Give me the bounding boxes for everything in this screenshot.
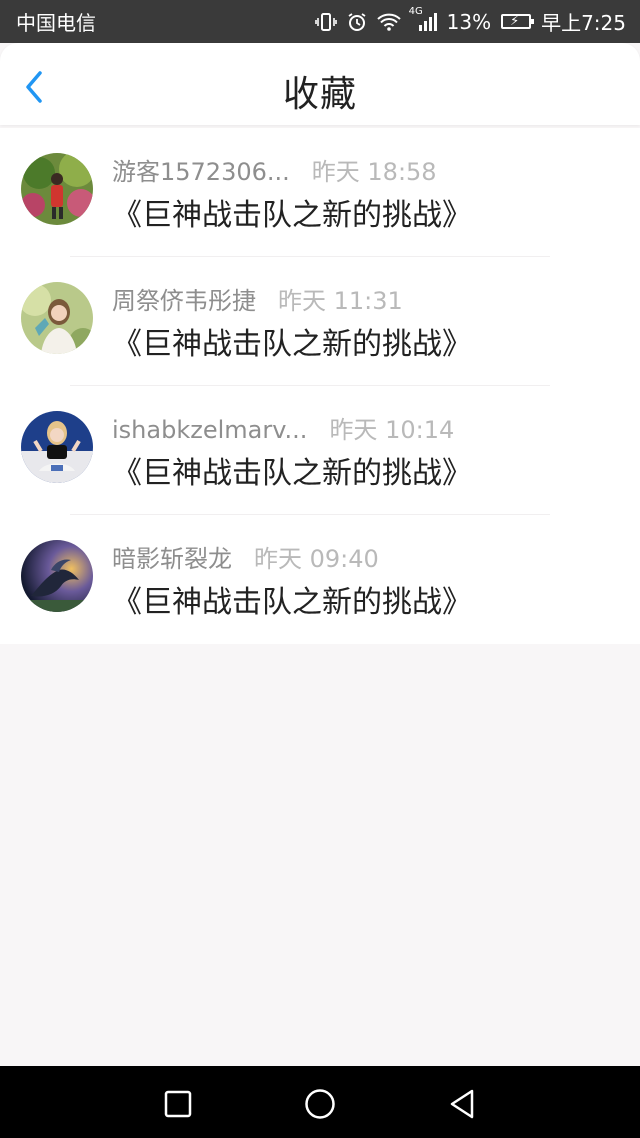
list-item[interactable]: 游客1572306... 昨天 18:58 《巨神战击队之新的挑战》 bbox=[0, 128, 640, 257]
avatar bbox=[21, 411, 93, 483]
vibrate-icon bbox=[314, 12, 337, 32]
user-name: ishabkzelmarv... bbox=[112, 416, 308, 444]
user-name: 周祭侪韦彤捷 bbox=[112, 287, 256, 315]
circle-icon bbox=[305, 1089, 335, 1119]
alarm-icon bbox=[347, 12, 367, 32]
recents-button[interactable] bbox=[160, 1086, 196, 1122]
user-name: 暗影斩裂龙 bbox=[112, 545, 232, 573]
book-title: 《巨神战击队之新的挑战》 bbox=[112, 198, 472, 233]
battery-icon: ⚡ bbox=[501, 14, 535, 29]
timestamp: 昨天 09:40 bbox=[254, 545, 379, 573]
book-title: 《巨神战击队之新的挑战》 bbox=[112, 327, 472, 362]
avatar bbox=[21, 282, 93, 354]
square-icon bbox=[164, 1090, 192, 1118]
user-name: 游客1572306... bbox=[112, 158, 290, 186]
status-bar: 中国电信 4G 13% ⚡ 早上7:25 bbox=[0, 0, 640, 43]
clock: 早上7:25 bbox=[541, 11, 626, 35]
app-header: 收藏 bbox=[0, 43, 640, 125]
list-item[interactable]: 暗影斩裂龙 昨天 09:40 《巨神战击队之新的挑战》 bbox=[0, 515, 640, 644]
triangle-back-icon bbox=[450, 1089, 474, 1119]
network-type-label: 4G bbox=[408, 5, 423, 17]
carrier-label: 中国电信 bbox=[16, 11, 96, 35]
status-icons: 4G 13% ⚡ 早上7:25 bbox=[314, 6, 626, 36]
book-title: 《巨神战击队之新的挑战》 bbox=[112, 585, 472, 620]
back-nav-button[interactable] bbox=[444, 1086, 480, 1122]
navigation-bar bbox=[0, 1066, 640, 1138]
list-item[interactable]: ishabkzelmarv... 昨天 10:14 《巨神战击队之新的挑战》 bbox=[0, 386, 640, 515]
avatar bbox=[21, 540, 93, 612]
wifi-icon bbox=[376, 13, 401, 31]
timestamp: 昨天 10:14 bbox=[329, 416, 455, 444]
page-title: 收藏 bbox=[282, 74, 357, 115]
signal-icon: 4G bbox=[409, 6, 437, 32]
home-button[interactable] bbox=[302, 1086, 338, 1122]
avatar bbox=[21, 153, 93, 225]
favorites-list: 游客1572306... 昨天 18:58 《巨神战击队之新的挑战》 周祭侪韦彤捷… bbox=[0, 128, 640, 644]
book-title: 《巨神战击队之新的挑战》 bbox=[112, 456, 472, 491]
list-item[interactable]: 周祭侪韦彤捷 昨天 11:31 《巨神战击队之新的挑战》 bbox=[0, 257, 640, 386]
timestamp: 昨天 11:31 bbox=[278, 287, 403, 315]
timestamp: 昨天 18:58 bbox=[311, 158, 437, 186]
battery-percent: 13% bbox=[446, 9, 492, 34]
